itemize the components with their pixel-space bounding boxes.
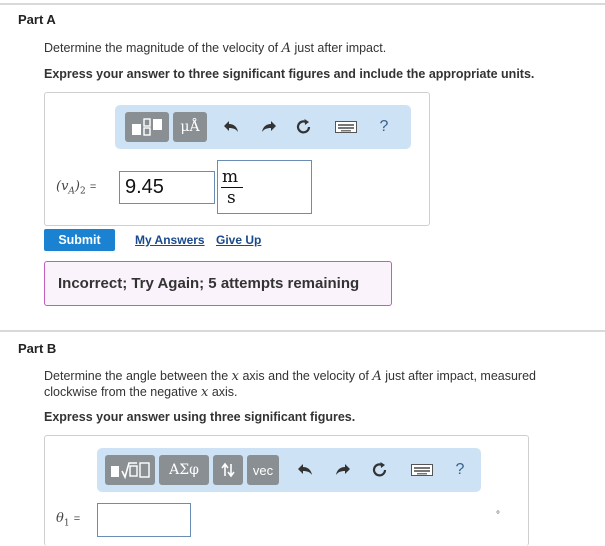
unit-denominator: s [227,187,236,208]
redo-icon[interactable] [329,457,355,483]
redo-icon[interactable] [255,114,281,140]
part-b-instruction: Express your answer using three signific… [44,410,356,424]
part-b-question-line2: clockwise from the negative x axis. [44,385,238,400]
keyboard-icon[interactable] [331,114,361,140]
part-b-math-toolbar: ΑΣφ vec ? [97,448,481,492]
part-a-units-input[interactable]: m s [217,160,312,214]
templates-button[interactable] [105,455,155,485]
part-a-instruction: Express your answer to three significant… [44,67,535,81]
part-a-answer-label: (vA)2 = [56,179,97,197]
part-b-angle-input[interactable] [97,503,191,537]
reset-icon[interactable] [367,457,393,483]
part-a-math-toolbar: μÅ ? [115,105,411,149]
part-a-value-input[interactable]: 9.45 [119,171,215,204]
part-a-answer-area: μÅ ? (vA)2 = 9.45 m s [44,92,430,226]
templates-button[interactable] [125,112,169,142]
part-b-answer-area: ΑΣφ vec ? θ1 = ° [44,435,529,546]
up-down-arrows-icon [221,462,235,478]
part-b-title: Part B [18,341,57,356]
units-button[interactable]: μÅ [173,112,207,142]
part-divider [0,330,605,332]
help-icon[interactable]: ? [371,114,397,140]
top-divider [0,3,605,5]
my-answers-link[interactable]: My Answers [135,233,205,247]
part-a-question: Determine the magnitude of the velocity … [44,41,387,56]
unit-numerator: m [222,166,239,187]
sqrt-template-icon [111,462,150,480]
sub-superscript-button[interactable] [213,455,243,485]
part-b-answer-label: θ1 = [56,511,81,529]
fraction-template-icon [132,118,162,136]
vector-button[interactable]: vec [247,455,279,485]
give-up-link[interactable]: Give Up [216,233,261,247]
degree-symbol: ° [496,510,500,521]
part-a-title: Part A [18,12,56,27]
undo-icon[interactable] [293,457,319,483]
keyboard-icon[interactable] [407,457,437,483]
submit-button[interactable]: Submit [44,229,115,251]
undo-icon[interactable] [219,114,245,140]
feedback-message: Incorrect; Try Again; 5 attempts remaini… [44,261,392,306]
help-icon[interactable]: ? [447,457,473,483]
reset-icon[interactable] [291,114,317,140]
greek-symbols-button[interactable]: ΑΣφ [159,455,209,485]
part-b-question-line1: Determine the angle between the x axis a… [44,369,536,384]
